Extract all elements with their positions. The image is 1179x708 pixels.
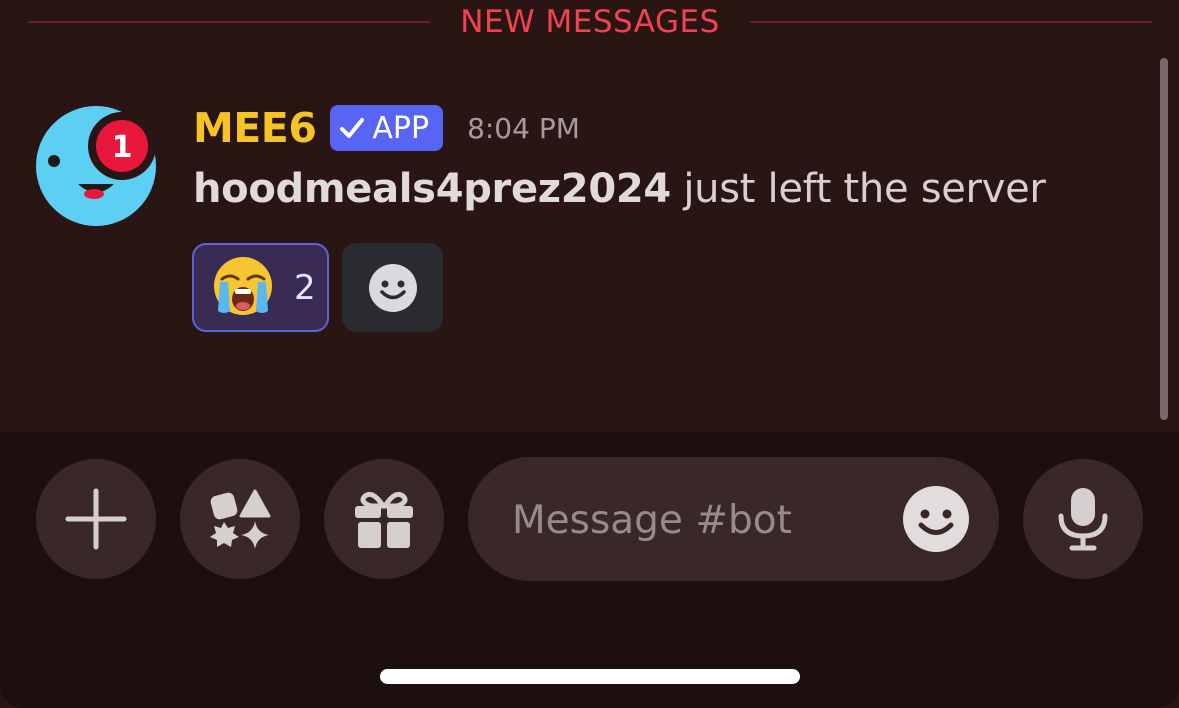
- add-reaction-icon: [368, 263, 417, 312]
- new-messages-divider: NEW MESSAGES: [0, 0, 1179, 44]
- message-text: just left the server: [670, 166, 1046, 212]
- chat-screen: NEW MESSAGES 1 MEE6 APP 8:04 PM hoodmeal…: [0, 0, 1179, 708]
- apps-icon: [210, 489, 271, 549]
- gift-button[interactable]: [324, 459, 444, 579]
- user-mention[interactable]: hoodmeals4prez2024: [193, 166, 671, 212]
- message-input-container[interactable]: [468, 457, 999, 581]
- microphone-icon: [1058, 488, 1108, 551]
- voice-message-button[interactable]: [1023, 459, 1143, 579]
- avatar[interactable]: 1: [36, 106, 156, 226]
- emoji-icon: [903, 486, 969, 552]
- divider-line-left: [28, 21, 430, 23]
- gift-icon: [355, 491, 413, 548]
- scrollbar[interactable]: [1160, 58, 1168, 420]
- avatar-badge-count: 1: [112, 130, 133, 165]
- message-input[interactable]: [510, 487, 884, 553]
- add-reaction-button[interactable]: [342, 243, 443, 332]
- app-badge-label: APP: [372, 110, 430, 146]
- reaction-crying[interactable]: 2: [192, 243, 329, 332]
- mee6-avatar-icon: 1: [36, 106, 156, 226]
- loudly-crying-face-icon: [212, 255, 274, 321]
- emoji-button[interactable]: [903, 486, 969, 552]
- app-badge: APP: [330, 105, 444, 151]
- timestamp: 8:04 PM: [467, 111, 580, 145]
- apps-button[interactable]: [180, 459, 300, 579]
- username[interactable]: MEE6: [193, 104, 317, 152]
- home-indicator[interactable]: [380, 669, 800, 684]
- message-header: MEE6 APP 8:04 PM: [193, 100, 580, 156]
- attach-button[interactable]: [36, 459, 156, 579]
- plus-icon: [65, 488, 127, 550]
- new-messages-label: NEW MESSAGES: [460, 4, 720, 40]
- verified-check-icon: [340, 118, 365, 138]
- message-content: hoodmeals4prez2024 just left the server: [193, 166, 1046, 212]
- divider-line-right: [750, 21, 1152, 23]
- reaction-count: 2: [294, 267, 316, 308]
